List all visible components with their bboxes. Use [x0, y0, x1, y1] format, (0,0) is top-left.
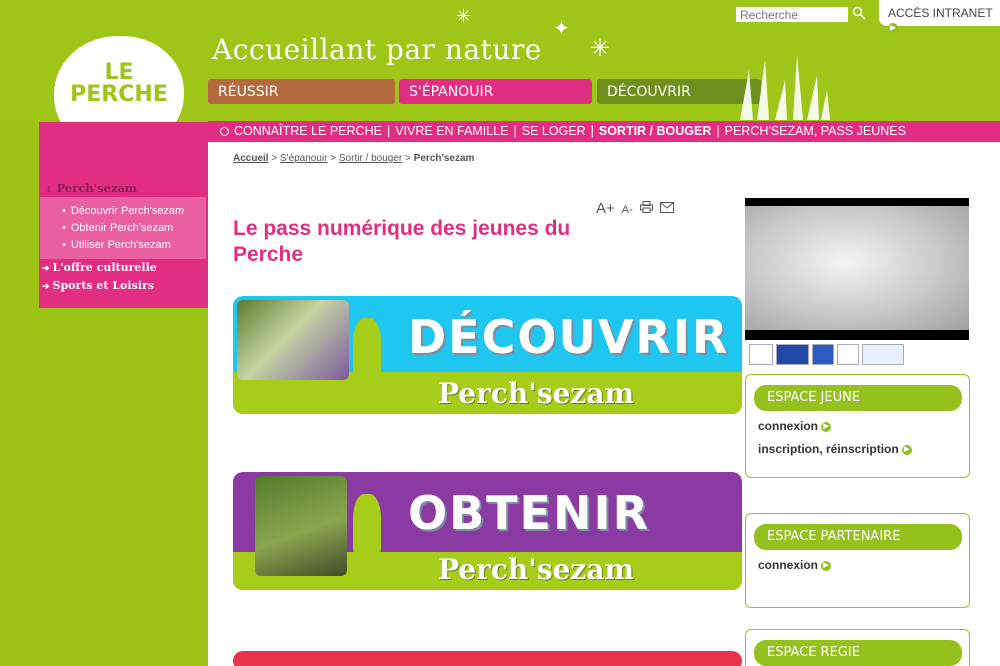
sparkle-icon: ✳ [590, 35, 611, 62]
intranet-label: ACCÈS INTRANET [888, 6, 993, 20]
sidebar-item-utiliser[interactable]: Utiliser Perch'sezam [62, 239, 171, 251]
banner-heading: OBTENIR [408, 486, 651, 540]
breadcrumb-epanouir[interactable]: S'épanouir [280, 153, 328, 164]
jeune-inscription-link[interactable]: inscription, réinscription ▶ [758, 442, 912, 456]
link-label: connexion [758, 419, 819, 433]
tab-reussir[interactable]: RÉUSSIR [208, 79, 395, 104]
espace-regie-box: ESPACE REGIE [745, 629, 970, 666]
print-icon[interactable] [639, 200, 653, 216]
espace-partenaire-box: ESPACE PARTENAIRE connexion ▶ [745, 513, 970, 608]
banner-utiliser[interactable] [233, 651, 742, 666]
espace-jeune-box: ESPACE JEUNE connexion ▶ inscription, réi… [745, 374, 970, 478]
search-input[interactable] [736, 7, 848, 22]
sidebar-item-decouvrir[interactable]: Découvrir Perch'sezam [62, 205, 184, 217]
video-player[interactable] [745, 198, 969, 340]
grass-decoration [740, 55, 830, 120]
espace-partenaire-title: ESPACE PARTENAIRE [754, 524, 962, 550]
separator: | [386, 124, 391, 138]
link-label: connexion [758, 558, 819, 572]
partner-logo-leader [749, 344, 773, 365]
espace-jeune-title: ESPACE JEUNE [754, 385, 962, 411]
banner-decouvrir[interactable]: DÉCOUVRIR Perch'sezam [233, 296, 742, 414]
arrow-right-icon: ▶ [821, 421, 832, 432]
page-title: Le pass numérique des jeunes du Perche [233, 217, 571, 266]
breadcrumb-separator: > [405, 153, 411, 164]
silhouette-figure [353, 318, 381, 378]
breadcrumb-separator: > [330, 153, 337, 164]
sidebar-item-offre-culturelle[interactable]: ➔ L'offre culturelle [42, 261, 157, 274]
arrow-right-icon: ➔ [42, 264, 50, 274]
breadcrumb-current: Perch'sezam [413, 153, 475, 164]
banner-subheading: Perch'sezam [438, 377, 635, 410]
separator: | [716, 124, 720, 138]
arrow-right-icon: ▶ [821, 560, 832, 571]
search-icon[interactable] [851, 6, 867, 22]
separator: | [590, 124, 594, 138]
dragonfly-icon: ✦ [553, 18, 570, 40]
breadcrumb: Accueil > S'épanouir > Sortir / bouger >… [233, 153, 474, 164]
subnav-item-famille[interactable]: VIVRE EN FAMILLE [395, 124, 508, 138]
page-tools: A+ A- [596, 200, 681, 217]
subnav-item-loger[interactable]: SE LOGER [522, 124, 586, 138]
silhouette-figure [353, 494, 381, 554]
tab-label: S'ÉPANOUIR [409, 84, 494, 100]
sidebar-title[interactable]: ↓ Perch'sezam [45, 181, 137, 195]
sparkle-icon: ✳ [456, 6, 472, 26]
site-slogan: Accueillant par nature [212, 33, 542, 66]
partner-logo-state [812, 344, 834, 365]
sidebar-item-label: L'offre culturelle [52, 261, 157, 274]
pass-card-image [237, 300, 349, 380]
sidebar-item-sports-loisirs[interactable]: ➔ Sports et Loisirs [42, 279, 154, 292]
arrow-right-icon: ▶ [901, 444, 912, 455]
font-decrease-button[interactable]: A- [622, 204, 633, 216]
logo-line-2: PERCHE [70, 82, 168, 107]
breadcrumb-home[interactable]: Accueil [233, 153, 269, 164]
students-photo [255, 476, 347, 576]
sub-navigation: CONNAÎTRE LE PERCHE | VIVRE EN FAMILLE | SE … [208, 121, 1000, 142]
arrow-right-icon: ▶ [888, 22, 898, 33]
logo-text: LE PERCHE [54, 62, 184, 106]
jeune-connexion-link[interactable]: connexion ▶ [758, 419, 832, 433]
banner-subheading: Perch'sezam [438, 553, 635, 586]
subnav-item-sortir[interactable]: SORTIR / BOUGER [599, 124, 712, 138]
tab-epanouir[interactable]: S'ÉPANOUIR [399, 79, 592, 104]
tab-label: RÉUSSIR [218, 84, 279, 100]
link-label: inscription, réinscription [758, 442, 899, 456]
bullet-icon [220, 127, 229, 137]
sidebar-title-label: Perch'sezam [56, 181, 138, 195]
breadcrumb-separator: > [271, 153, 278, 164]
subnav-item-connaitre[interactable]: CONNAÎTRE LE PERCHE [234, 124, 382, 138]
logo-line-1: LE [104, 60, 134, 85]
tab-label: DÉCOUVRIR [607, 84, 691, 100]
partner-logo-region-centre [862, 344, 904, 365]
breadcrumb-sortir[interactable]: Sortir / bouger [339, 153, 402, 164]
intranet-link[interactable]: ACCÈS INTRANET ▶ [879, 0, 1000, 33]
partner-logo-partner [837, 344, 859, 365]
espace-regie-title: ESPACE REGIE [754, 640, 962, 666]
font-increase-button[interactable]: A+ [596, 200, 615, 217]
separator: | [513, 124, 517, 138]
email-icon[interactable] [659, 200, 674, 216]
partner-logos [749, 344, 905, 365]
video-screen [745, 206, 969, 330]
sidebar-item-label: Sports et Loisirs [52, 279, 154, 292]
sidebar-item-obtenir[interactable]: Obtenir Perch'sezam [62, 222, 173, 234]
arrow-right-icon: ➔ [42, 282, 50, 292]
partenaire-connexion-link[interactable]: connexion ▶ [758, 558, 832, 572]
subnav-item-perchsezam[interactable]: PERCH'SEZAM, PASS JEUNES [725, 124, 906, 138]
banner-heading: DÉCOUVRIR [408, 310, 730, 364]
partner-logo-eu [776, 344, 809, 365]
banner-obtenir[interactable]: OBTENIR Perch'sezam [233, 472, 742, 590]
